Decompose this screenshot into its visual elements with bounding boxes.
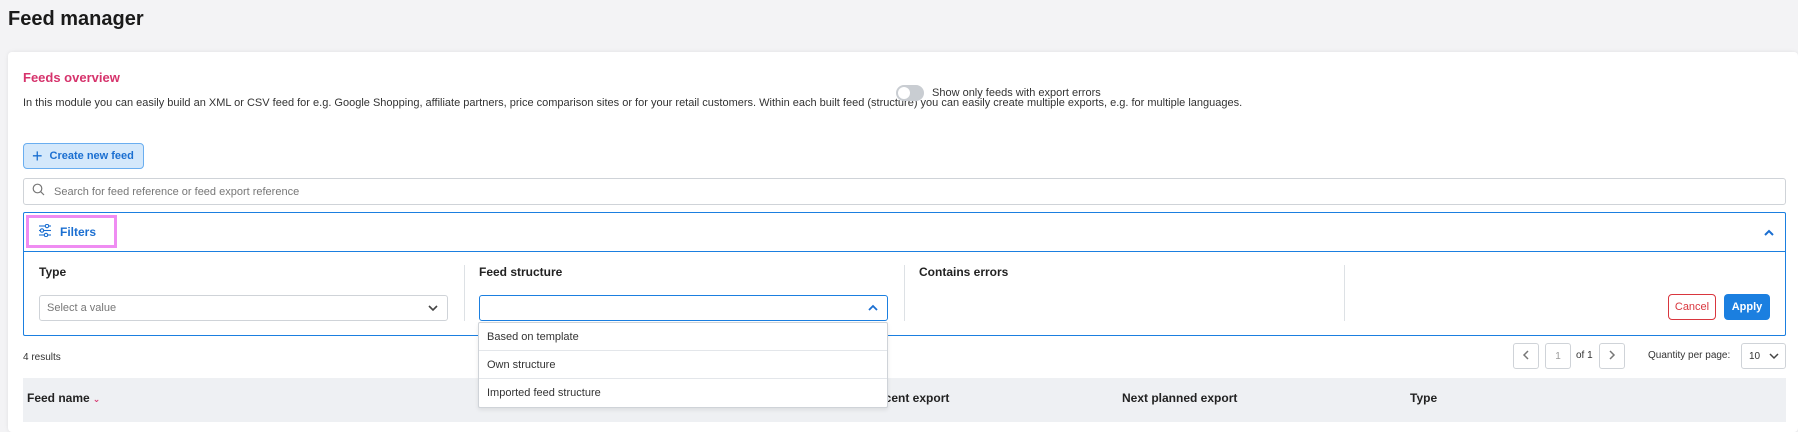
column-header-recent-export[interactable]: ecent export	[878, 391, 949, 405]
chevron-up-icon	[867, 303, 879, 316]
chevron-right-icon	[1608, 347, 1616, 365]
plus-icon: +	[32, 146, 43, 166]
errors-filter: Contains errors	[919, 265, 1008, 279]
filters-label: Filters	[60, 224, 97, 239]
filters-toggle-button[interactable]: Filters	[26, 215, 117, 248]
sort-desc-icon: ⌄	[92, 394, 101, 404]
search-bar	[23, 178, 1786, 205]
dropdown-option[interactable]: Imported feed structure	[479, 379, 887, 407]
chevron-down-icon	[427, 303, 439, 316]
dropdown-option[interactable]: Based on template	[479, 323, 887, 351]
type-select[interactable]: Select a value	[39, 295, 448, 321]
feed-structure-select[interactable]	[479, 295, 888, 321]
filter-divider	[1344, 265, 1345, 321]
page-total: of 1	[1576, 350, 1593, 361]
quantity-value: 10	[1749, 350, 1761, 362]
type-filter-label: Type	[39, 265, 67, 279]
filters-header: Filters	[24, 213, 1785, 252]
column-header-type[interactable]: Type	[1410, 391, 1437, 405]
table-header: Feed name ⌄ ecent export Next planned exp…	[23, 378, 1786, 422]
create-new-feed-label: Create new feed	[49, 150, 134, 162]
filter-divider	[464, 265, 465, 321]
type-filter: Type	[39, 265, 66, 279]
results-count: 4 results	[23, 352, 61, 363]
search-input[interactable]	[52, 184, 1785, 199]
column-header-next-planned-export[interactable]: Next planned export	[1122, 391, 1237, 405]
toggle-knob	[898, 87, 910, 99]
create-new-feed-button[interactable]: + Create new feed	[23, 143, 144, 169]
errors-filter-label: Contains errors	[919, 265, 1009, 279]
export-errors-toggle-label: Show only feeds with export errors	[932, 87, 1101, 99]
quantity-per-page-select[interactable]: 10	[1741, 343, 1786, 369]
chevron-left-icon	[1522, 347, 1530, 365]
previous-page-button[interactable]	[1513, 343, 1539, 369]
type-select-placeholder: Select a value	[47, 302, 117, 314]
section-title: Feeds overview	[23, 70, 120, 85]
quantity-per-page-label: Quantity per page:	[1648, 350, 1731, 361]
chevron-down-icon	[1769, 352, 1779, 363]
cancel-button[interactable]: Cancel	[1668, 294, 1716, 320]
column-header-feed-name[interactable]: Feed name ⌄	[27, 391, 100, 405]
page-title: Feed manager	[8, 8, 144, 30]
search-icon	[32, 183, 45, 201]
sliders-icon	[38, 223, 52, 240]
filter-divider	[904, 265, 905, 321]
export-errors-toggle[interactable]	[896, 85, 924, 101]
next-page-button[interactable]	[1599, 343, 1625, 369]
feed-structure-dropdown: Based on template Own structure Imported…	[478, 322, 888, 408]
filters-panel: Filters Type Select a value Feed structu…	[23, 212, 1786, 336]
current-page-input[interactable]: 1	[1545, 343, 1571, 369]
dropdown-option[interactable]: Own structure	[479, 351, 887, 379]
column-header-label: Feed name	[27, 391, 90, 405]
structure-filter: Feed structure	[479, 265, 562, 279]
chevron-up-icon[interactable]	[1763, 225, 1775, 243]
structure-filter-label: Feed structure	[479, 265, 563, 279]
apply-button[interactable]: Apply	[1724, 294, 1770, 320]
